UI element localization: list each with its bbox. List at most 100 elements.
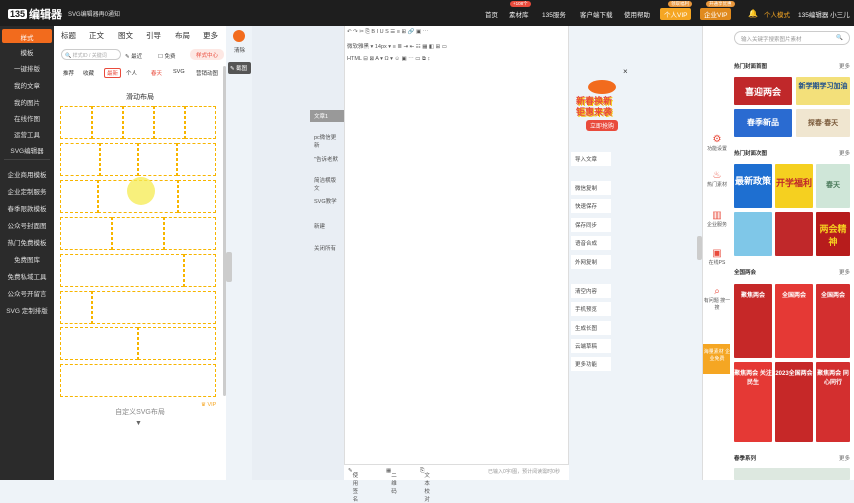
free-checkbox[interactable]: ☐ 免费 [158,52,175,60]
logo[interactable]: 135 编辑器 [8,6,62,22]
cat-personal[interactable]: 个人 [126,69,137,77]
grid-cell[interactable] [60,254,184,287]
grid-cell[interactable] [184,254,216,287]
grid-cell[interactable] [100,143,138,176]
screenshot-button[interactable]: ✎ 截图 [228,62,251,74]
promo-banner[interactable]: 新春换新 钜惠来袭 立即抢购 [574,80,630,132]
quick-save-button[interactable]: 快速保存 [571,199,611,213]
voice-synth-button[interactable]: 语音合成 [571,236,611,250]
gallery-search-input[interactable]: 输入关键字搜索图片素材 🔍 [734,31,850,45]
more-link[interactable]: 更多 [839,62,850,70]
save-sync-button[interactable]: 保存同步 [571,218,611,232]
thumbnail[interactable]: 两会精神 [816,212,850,256]
sidebar-item-tools[interactable]: 运营工具 [0,129,54,139]
thumbnail[interactable]: 春天 [816,164,850,208]
thumbnail[interactable]: 开学福利 [775,164,813,208]
recent-filter[interactable]: ✎ 最近 [125,52,142,60]
sidebar-item-articles[interactable]: 我的文章 [0,80,54,90]
clear-button[interactable] [233,30,245,42]
nav-home[interactable]: 首页 [485,9,498,19]
custom-svg-layout[interactable]: 自定义SVG布局 [54,407,226,417]
scrollbar[interactable] [223,66,226,396]
grid-cell[interactable] [60,364,216,397]
thumbnail[interactable] [734,212,772,256]
thumbnail[interactable]: 新学期学习加油 [796,77,850,105]
sidebar-item-style[interactable]: 样式 [2,29,52,43]
buy-now-button[interactable]: 立即抢购 [586,120,619,131]
signature-button[interactable]: ✎ 使用签名 [348,468,358,503]
cat-gif[interactable]: 营销动图 [196,69,218,77]
grid-cell[interactable] [60,106,92,139]
tab-imagetext[interactable]: 图文 [118,30,133,41]
chevron-down-icon[interactable]: ▼ [135,420,142,427]
thumbnail[interactable]: 最新政策 [734,164,772,208]
notice-text[interactable]: SVG编辑器再0通知 [68,9,120,18]
doc-tab-3[interactable]: "告诉老默 [310,155,344,163]
collapse-handle-right[interactable] [697,236,702,260]
sidebar-item-private[interactable]: 免费私域工具 [0,271,54,281]
grid-cell[interactable] [154,106,185,139]
mobile-preview-button[interactable]: 手机预览 [571,302,611,316]
grid-cell[interactable] [60,217,112,250]
enterprise-vip-button[interactable]: 企业VIP [700,8,732,20]
external-copy-button[interactable]: 外网复制 [571,255,611,269]
hot-materials-icon[interactable]: ♨ 热门素材 [703,170,731,188]
settings-icon[interactable]: ⚙ 功能设置 [703,134,731,152]
sidebar-item-draw[interactable]: 在线作图 [0,113,54,123]
personal-vip-button[interactable]: 个人VIP [660,8,692,20]
thumbnail[interactable]: 聚焦两会 同心同行 [816,362,850,442]
more-functions-button[interactable]: 更多功能 [571,357,611,371]
doc-tab-4[interactable]: 简洁横版文 [310,176,344,192]
long-image-button[interactable]: 生成长图 [571,321,611,335]
grid-cell[interactable] [60,327,138,360]
grid-cell[interactable] [177,143,216,176]
grid-cell[interactable] [92,106,123,139]
grid-cell[interactable] [60,291,92,324]
sidebar-item-free-template[interactable]: 热门免费模板 [0,237,54,247]
more-link[interactable]: 更多 [839,454,850,462]
toolbar-row-3[interactable]: HTML ⊟ ⊠ A ▾ Ω ▾ ☺ ▣ ⋯ ▭ ⧉ ↕ [347,56,430,63]
proofread-button[interactable]: ⎘ 文本校对 [420,468,430,503]
cloud-draft-button[interactable]: 云端草稿 [571,339,611,353]
enterprise-icon[interactable]: ▥ 企业服务 [703,210,731,228]
thumbnail[interactable]: 探春·春天 [796,109,850,137]
doc-tab-2[interactable]: pc微信更新 [310,133,344,149]
nav-materials[interactable]: 素材库 [509,9,529,19]
editor-canvas[interactable]: ↶ ↷ ✂ ⎘ B I U S ☰ ≡ ⊞ 🔗 ▣ ⋯ 微软雅黑 ▾ 14px … [344,26,569,480]
nav-help[interactable]: 使用帮助 [624,9,650,19]
toolbar-row-1[interactable]: ↶ ↷ ✂ ⎘ B I U S ☰ ≡ ⊞ 🔗 ▣ ⋯ [347,29,428,36]
wechat-copy-button[interactable]: 微信复制 [571,181,611,195]
grid-cell[interactable] [185,106,216,139]
thumbnail[interactable]: 聚焦两会 [734,284,772,358]
nav-service[interactable]: 135服务 [542,9,566,19]
sidebar-item-template[interactable]: 模板 [0,47,54,57]
cat-favorite[interactable]: 收藏 [83,69,94,77]
doc-tab-1[interactable]: 文章1 [310,110,344,122]
tab-title[interactable]: 标题 [61,30,76,41]
tab-layout[interactable]: 布局 [175,30,190,41]
cat-latest[interactable]: 最新 [104,68,122,78]
thumbnail[interactable]: 春季新品 [734,109,792,137]
close-all-button[interactable]: 关闭所有 [310,244,344,252]
thumbnail[interactable]: 全国两会 [775,284,813,358]
user-name[interactable]: 135编辑器 小三儿 [798,9,850,19]
clear-content-button[interactable]: 清空内容 [571,284,611,298]
search-help-icon[interactable]: ⌕ 有问题 搜一搜 [703,286,731,311]
grid-cell[interactable] [164,217,216,250]
thumbnail[interactable]: 喜迎两会 [734,77,792,105]
thumbnail[interactable]: 全国两会 [816,284,850,358]
thumbnail[interactable] [734,468,850,480]
collapse-handle[interactable] [226,252,232,282]
thumbnail[interactable] [775,212,813,256]
mode-toggle[interactable]: 个人模式 [764,9,790,19]
grid-cell[interactable] [123,106,154,139]
thumbnail[interactable]: 2023全国两会 [775,362,813,442]
qrcode-button[interactable]: ▦ 二维码 [386,468,397,495]
sidebar-item-gallery[interactable]: 免费图库 [0,254,54,264]
thumbnail[interactable]: 聚焦两会 关注民生 [734,362,772,442]
sidebar-item-business-template[interactable]: 企业商用模板 [0,169,54,179]
grid-cell[interactable] [178,180,216,213]
grid-cell[interactable] [138,327,216,360]
search-icon[interactable]: 🔍 [836,35,843,41]
import-article-button[interactable]: 导入文章 [571,152,611,166]
